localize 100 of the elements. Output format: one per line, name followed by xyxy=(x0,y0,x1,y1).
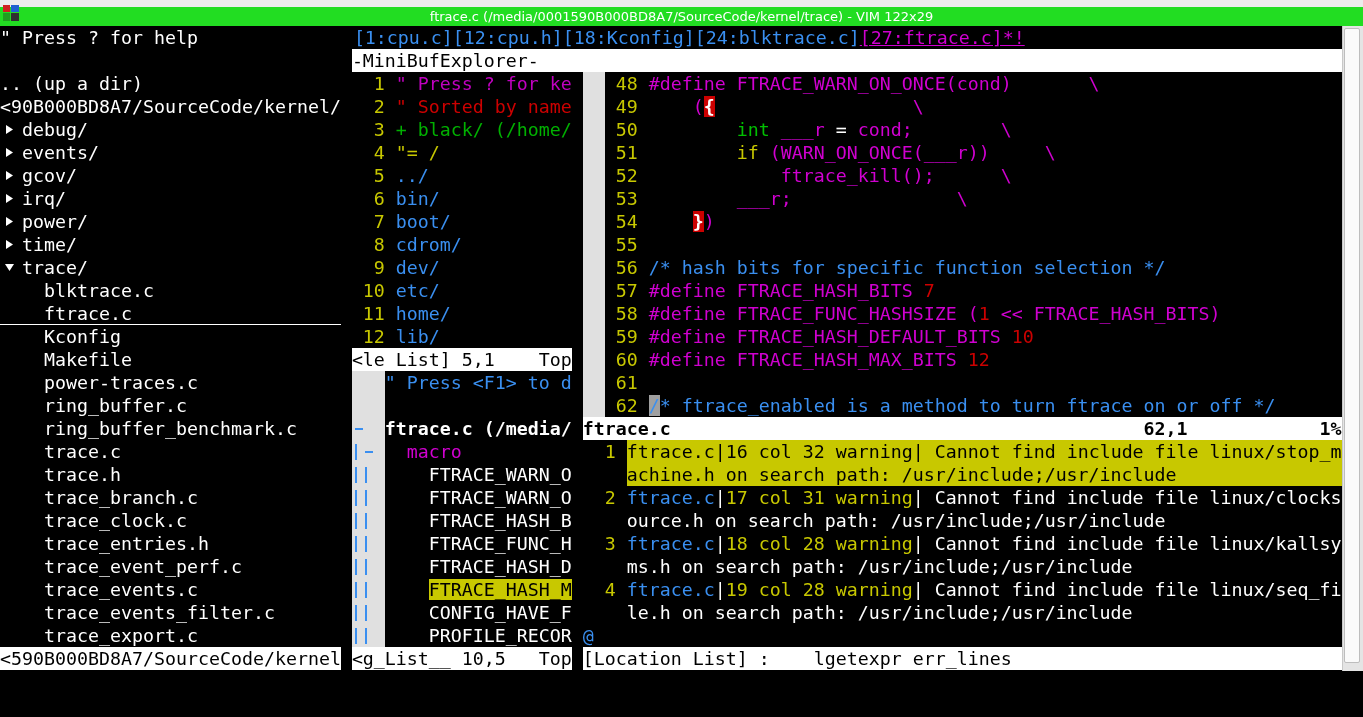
list-line[interactable]: home/ xyxy=(395,302,451,325)
tag-item[interactable]: FTRACE_HASH_D xyxy=(428,556,572,577)
folder-item[interactable]: debug/ xyxy=(22,118,88,141)
code-line: /* ftrace_enabled is a method to turn ftrace on or off */ xyxy=(648,394,1276,417)
list-line[interactable]: + black/ (/home/ xyxy=(395,118,572,141)
tag-item[interactable]: FTRACE_WARN_O xyxy=(428,464,572,485)
list-line[interactable]: " Sorted by name xyxy=(395,95,572,118)
line-number: 55 xyxy=(614,233,638,256)
line-number: 59 xyxy=(614,325,638,348)
code-line: if (WARN_ON_ONCE(___r)) \ xyxy=(735,141,1056,164)
tag-item[interactable]: FTRACE_FUNC_H xyxy=(428,533,572,554)
list-line[interactable]: lib/ xyxy=(395,325,440,348)
list-line[interactable]: dev/ xyxy=(395,256,440,279)
line-number: 6 xyxy=(372,187,385,210)
line-number: 2 xyxy=(603,486,616,510)
code-line: #define FTRACE_FUNC_HASHSIZE (1 << FTRACE_HASH_BITS) xyxy=(648,302,1221,325)
scroll-percent: 1% xyxy=(1319,417,1342,440)
file-item[interactable]: trace_events_filter.c xyxy=(0,601,341,624)
folder-item[interactable]: irq/ xyxy=(22,187,66,210)
line-number: 12 xyxy=(361,325,385,348)
line-number: 58 xyxy=(614,302,638,325)
tree-root-path: <90B000BD8A7/SourceCode/kernel/ xyxy=(0,95,341,118)
line-number: 1 xyxy=(372,72,385,95)
buffer-tab[interactable]: [24:blktrace.c] xyxy=(694,26,860,49)
tag-item[interactable]: FTRACE_HASH_M xyxy=(428,579,572,600)
location-entry[interactable]: ftrace.c|16 col 32 warning| Cannot find include file linux/stop_machine.h on search path: /usr/include;/usr/include xyxy=(626,440,1342,486)
buffer-tab[interactable]: [12:cpu.h] xyxy=(452,26,563,49)
line-number: 61 xyxy=(614,371,638,394)
buffer-tab[interactable]: [1:cpu.c] xyxy=(353,26,453,49)
line-number: 11 xyxy=(361,302,385,325)
file-item[interactable]: trace.h xyxy=(0,463,341,486)
file-item[interactable]: trace_entries.h xyxy=(0,532,341,555)
code-line: }) xyxy=(691,210,715,233)
code-line: #define FTRACE_HASH_BITS 7 xyxy=(648,279,935,302)
file-item[interactable]: power-traces.c xyxy=(0,371,341,394)
code-line: ftrace_kill(); \ xyxy=(779,164,1012,187)
line-number: 62 xyxy=(614,394,638,417)
line-number: 53 xyxy=(614,187,638,210)
list-line[interactable]: etc/ xyxy=(395,279,440,302)
file-item[interactable]: trace.c xyxy=(0,440,341,463)
help-text: " Press <F1> to d xyxy=(384,371,572,394)
location-entry[interactable]: ftrace.c|18 col 28 warning| Cannot find include file linux/kallsyms.h on search path: /usr/include;/usr/include xyxy=(626,532,1342,578)
line-number: 4 xyxy=(372,141,385,164)
line-number: 49 xyxy=(614,95,638,118)
up-dir-item[interactable]: .. (up a dir) xyxy=(0,72,341,95)
line-number: 3 xyxy=(603,532,616,556)
file-item[interactable]: ftrace.c xyxy=(0,302,341,325)
help-text: " Press ? for help xyxy=(0,26,199,49)
line-number: 52 xyxy=(614,164,638,187)
file-item[interactable]: trace_clock.c xyxy=(0,509,341,532)
tag-item[interactable]: FTRACE_HASH_B xyxy=(428,510,572,531)
code-line: ({ \ xyxy=(691,95,924,118)
list-line[interactable]: boot/ xyxy=(395,210,451,233)
code-line: /* hash bits for specific function selection */ xyxy=(648,256,1166,279)
line-number: 56 xyxy=(614,256,638,279)
list-line[interactable]: " Press ? for ke xyxy=(395,72,572,95)
list-line[interactable]: cdrom/ xyxy=(395,233,462,256)
file-name: ftrace.c xyxy=(582,417,672,440)
file-item[interactable]: ring_buffer.c xyxy=(0,394,341,417)
line-number: 4 xyxy=(603,578,616,602)
folder-item[interactable]: gcov/ xyxy=(22,164,77,187)
file-item[interactable]: Kconfig xyxy=(0,325,341,348)
tag-group[interactable]: macro xyxy=(406,440,462,463)
line-number: 48 xyxy=(614,72,638,95)
buffer-tab[interactable]: [18:Kconfig] xyxy=(562,26,695,49)
line-number: 57 xyxy=(614,279,638,302)
file-item[interactable]: trace_events.c xyxy=(0,578,341,601)
file-item[interactable]: trace_event_perf.c xyxy=(0,555,341,578)
file-item[interactable]: trace_branch.c xyxy=(0,486,341,509)
line-number: 54 xyxy=(614,210,638,233)
line-number: 10 xyxy=(361,279,385,302)
folder-item[interactable]: power/ xyxy=(22,210,88,233)
location-entry[interactable]: ftrace.c|17 col 31 warning| Cannot find include file linux/clocksource.h on search path: /usr/include;/usr/include xyxy=(626,486,1342,532)
list-line[interactable]: bin/ xyxy=(395,187,440,210)
tag-file-name[interactable]: ftrace.c (/media/ xyxy=(384,417,572,440)
tag-item[interactable]: PROFILE_RECOR xyxy=(428,625,572,646)
list-line[interactable]: "= / xyxy=(395,141,440,164)
code-line: ___r; \ xyxy=(735,187,968,210)
line-number: 2 xyxy=(372,95,385,118)
tag-item[interactable]: FTRACE_WARN_O xyxy=(428,487,572,508)
file-item[interactable]: ring_buffer_benchmark.c xyxy=(0,417,341,440)
tag-item[interactable]: CONFIG_HAVE_F xyxy=(428,602,572,623)
line-number: 9 xyxy=(372,256,385,279)
folder-item[interactable]: trace/ xyxy=(22,256,88,279)
file-item[interactable]: trace_export.c xyxy=(0,624,341,647)
line-number: 8 xyxy=(372,233,385,256)
list-line[interactable]: ../ xyxy=(395,164,429,187)
location-entry[interactable]: ftrace.c|19 col 28 warning| Cannot find include file linux/seq_file.h on search path: /usr/include;/usr/include xyxy=(626,578,1342,624)
code-line: #define FTRACE_HASH_MAX_BITS 12 xyxy=(648,348,990,371)
line-number: 5 xyxy=(372,164,385,187)
code-line: int ___r = cond; \ xyxy=(735,118,1012,141)
buffer-tab[interactable]: [27:ftrace.c]*! xyxy=(859,26,1025,49)
folder-item[interactable]: events/ xyxy=(22,141,99,164)
folder-item[interactable]: time/ xyxy=(22,233,77,256)
code-line: #define FTRACE_WARN_ON_ONCE(cond) \ xyxy=(648,72,1100,95)
line-number: 60 xyxy=(614,348,638,371)
window-title: ftrace.c (/media/0001590B000BD8A7/SourceCode/kernel/trace) - VIM 122x29 xyxy=(429,9,934,24)
file-item[interactable]: Makefile xyxy=(0,348,341,371)
cursor-position: 62,1 xyxy=(1143,418,1188,439)
file-item[interactable]: blktrace.c xyxy=(0,279,341,302)
